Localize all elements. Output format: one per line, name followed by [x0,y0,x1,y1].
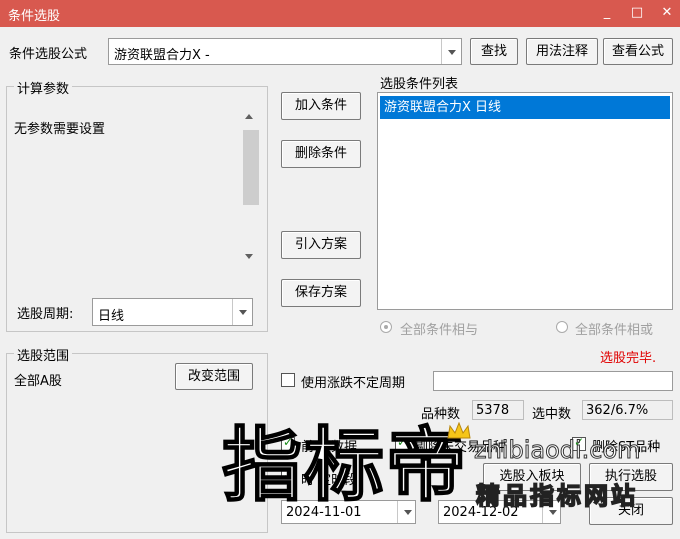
status-text: 选股完毕. [600,351,657,366]
scroll-up-icon[interactable] [245,114,253,119]
uncertain-period-checkbox[interactable] [281,373,295,387]
watermark-logo-text: 指标帝 [221,418,468,513]
uncertain-period-label: 使用涨跌不定周期 [301,376,406,391]
import-scheme-button[interactable]: 引入方案 [281,231,361,259]
radio-or-label: 全部条件相或 [575,323,654,338]
add-condition-button[interactable]: 加入条件 [281,92,361,120]
minimize-button[interactable]: _ [594,3,620,23]
chevron-down-icon[interactable] [441,39,461,64]
formula-combo[interactable]: 游资联盟合力X - [108,38,462,65]
range-group-title: 选股范围 [14,345,73,364]
params-group-title: 计算参数 [14,78,73,97]
period-value: 日线 [98,309,125,324]
find-button[interactable]: 查找 [470,38,518,65]
range-value: 全部A股 [14,374,62,389]
condition-list-label: 选股条件列表 [380,77,459,92]
view-formula-button[interactable]: 查看公式 [603,38,673,65]
selected-value: 362/6.7% [586,403,649,418]
radio-and[interactable] [380,321,392,333]
save-scheme-button[interactable]: 保存方案 [281,279,361,307]
radio-and-label: 全部条件相与 [400,323,479,338]
maximize-button[interactable]: □ [624,3,650,23]
delete-condition-button[interactable]: 删除条件 [281,140,361,168]
period-label: 选股周期: [17,307,74,322]
selected-box: 362/6.7% [582,400,673,420]
scroll-down-icon[interactable] [245,254,253,259]
close-window-button[interactable]: ✕ [654,3,680,23]
uncertain-period-input[interactable] [433,371,673,391]
selected-label: 选中数 [532,407,572,422]
params-scrollbar[interactable] [241,108,261,266]
radio-or[interactable] [556,321,568,333]
list-item[interactable]: 游资联盟合力X 日线 [380,96,670,119]
condition-list[interactable]: 游资联盟合力X 日线 [377,92,673,310]
period-combo[interactable]: 日线 [92,298,253,326]
window-title: 条件选股 [8,9,61,24]
change-range-button[interactable]: 改变范围 [175,363,253,390]
usage-notes-button[interactable]: 用法注释 [526,38,598,65]
watermark-slogan: 精品指标网站 [475,481,638,511]
crown-icon [446,421,472,440]
formula-value: 游资联盟合力X - [114,48,210,63]
no-params-text: 无参数需要设置 [14,122,106,137]
watermark-url: zhibiaodi.com [474,436,642,465]
scroll-thumb[interactable] [243,130,259,205]
formula-label: 条件选股公式 [9,47,88,62]
chevron-down-icon[interactable] [232,299,252,325]
title-bar: 条件选股 _ □ ✕ [0,0,680,27]
stock-count-value: 5378 [476,403,510,418]
stock-count-box: 5378 [472,400,524,420]
